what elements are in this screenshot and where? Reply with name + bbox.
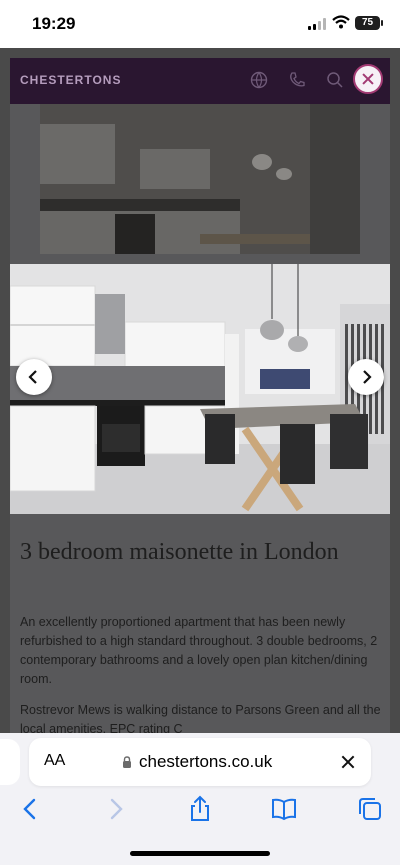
- battery-indicator: 75: [355, 16, 383, 30]
- listing-description: An excellently proportioned apartment th…: [20, 615, 378, 686]
- kitchen-photo: [10, 264, 390, 514]
- share-icon[interactable]: [186, 795, 214, 823]
- gallery-next-button[interactable]: [348, 359, 384, 395]
- lock-icon: [123, 756, 131, 768]
- previous-tab-preview[interactable]: [0, 739, 20, 785]
- clear-url-button[interactable]: [341, 755, 355, 769]
- tabs-icon[interactable]: [356, 795, 384, 823]
- close-button[interactable]: [353, 64, 383, 94]
- property-modal: CHESTERTONS 3 bedroom maisonette in Lond…: [10, 58, 390, 733]
- screen: 19:29 75 CHESTERTONS 3 bedroom maisonett…: [0, 0, 400, 865]
- gallery-image-previous[interactable]: [40, 104, 360, 254]
- chevron-left-icon: [28, 370, 37, 384]
- browser-bottom-bar: AA chestertons.co.uk: [0, 733, 400, 865]
- address-bar[interactable]: AA chestertons.co.uk: [29, 738, 371, 786]
- chevron-right-icon: [363, 370, 372, 384]
- back-icon[interactable]: [16, 795, 44, 823]
- signal-icon: [308, 18, 328, 30]
- gallery-image-current[interactable]: [10, 264, 390, 514]
- web-page: CHESTERTONS 3 bedroom maisonette in Lond…: [0, 48, 400, 733]
- site-header: CHESTERTONS: [10, 58, 390, 104]
- wifi-icon: [332, 15, 350, 29]
- url-text[interactable]: chestertons.co.uk: [139, 752, 272, 772]
- listing-title: 3 bedroom maisonette in London: [20, 539, 339, 565]
- status-time: 19:29: [32, 14, 76, 33]
- listing-description-location: Rostrevor Mews is walking distance to Pa…: [20, 703, 381, 733]
- search-icon[interactable]: [326, 71, 344, 89]
- globe-icon[interactable]: [250, 71, 268, 89]
- text-size-button[interactable]: AA: [44, 752, 65, 770]
- home-indicator: [130, 851, 270, 856]
- bookmarks-icon[interactable]: [270, 795, 298, 823]
- forward-icon[interactable]: [102, 795, 130, 823]
- gallery-prev-button[interactable]: [16, 359, 52, 395]
- phone-icon[interactable]: [288, 71, 306, 89]
- status-bar: 19:29 75: [0, 0, 400, 48]
- site-logo[interactable]: CHESTERTONS: [20, 73, 121, 87]
- kitchen-photo-dark: [40, 104, 360, 254]
